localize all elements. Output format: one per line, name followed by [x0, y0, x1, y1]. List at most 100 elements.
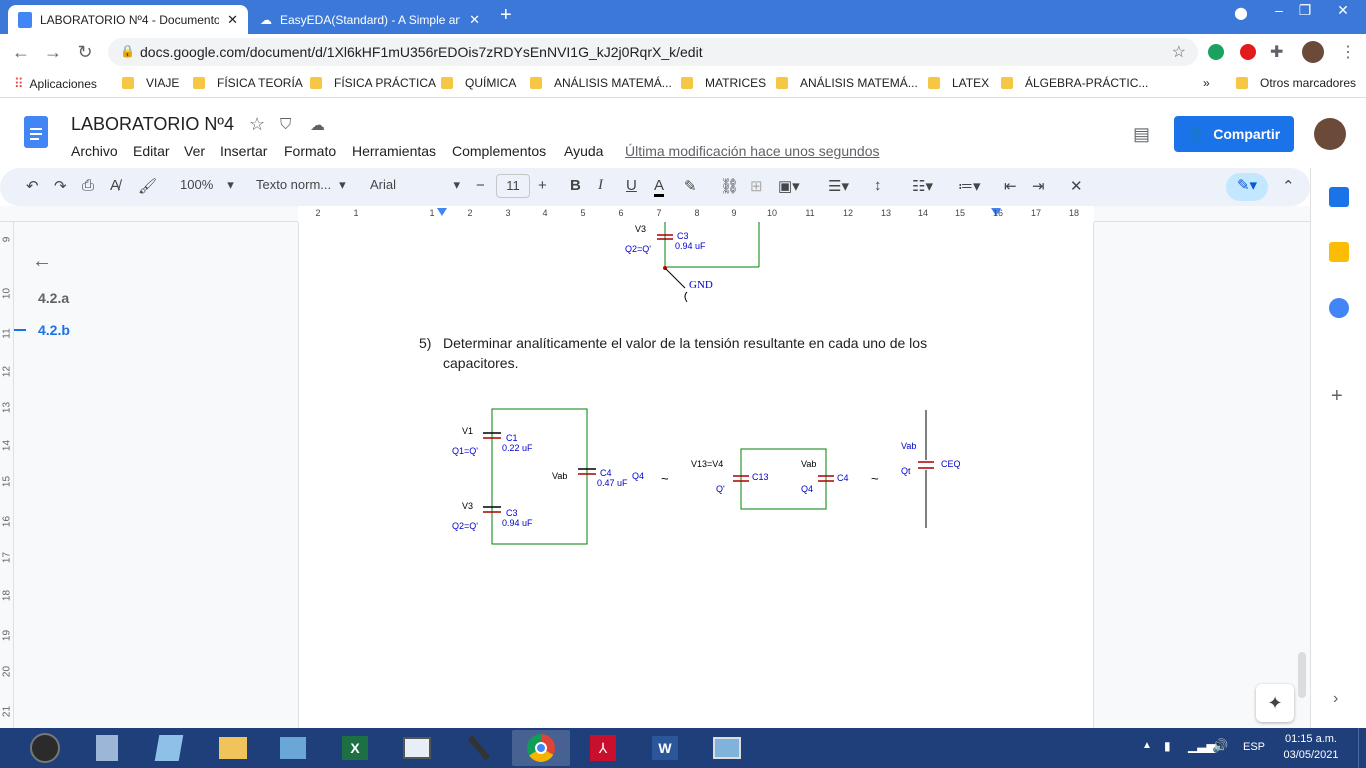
new-tab-button[interactable]: +	[500, 4, 512, 27]
calculator-icon[interactable]	[78, 730, 136, 766]
decrease-indent-icon[interactable]: ⇤	[1004, 177, 1017, 195]
hide-menus-icon[interactable]: ⌃	[1282, 177, 1295, 195]
last-edit-link[interactable]: Última modificación hace unos segundos	[625, 143, 879, 159]
text-color-icon[interactable]: A	[654, 177, 665, 197]
photo-viewer-icon[interactable]	[698, 730, 756, 766]
acrobat-icon[interactable]: ⅄	[574, 730, 632, 766]
share-button[interactable]: 👤 Compartir	[1174, 116, 1294, 152]
expand-panel-icon[interactable]: ›	[1333, 690, 1338, 708]
power-icon[interactable]: ▮	[1164, 739, 1171, 753]
microphone-app-icon[interactable]	[450, 730, 508, 766]
bookmark-star-icon[interactable]: ☆	[1172, 42, 1186, 62]
outline-item-active[interactable]: 4.2.b	[38, 322, 70, 338]
font-select[interactable]: Arial ▾	[370, 177, 460, 192]
outline-item[interactable]: 4.2.a	[38, 290, 69, 306]
close-window-button[interactable]: ✕	[1320, 2, 1366, 19]
clock-date[interactable]: 03/05/2021	[1280, 749, 1342, 761]
presentation-app-icon[interactable]	[388, 730, 446, 766]
document-title[interactable]: LABORATORIO Nº4	[71, 114, 234, 135]
clear-formatting-icon[interactable]: ✕	[1070, 177, 1083, 195]
bookmark-folder[interactable]: FÍSICA TEORÍA	[193, 76, 303, 90]
zoom-select[interactable]: 100% ▾	[180, 177, 234, 193]
comments-icon[interactable]: ▤	[1133, 124, 1150, 145]
print-icon[interactable]: ⎙	[82, 177, 94, 194]
move-folder-icon[interactable]: ⛉	[280, 116, 291, 133]
other-bookmarks[interactable]: Otros marcadores	[1236, 76, 1356, 90]
checklist-icon[interactable]: ☷▾	[912, 177, 933, 195]
menu-editar[interactable]: Editar	[133, 143, 170, 159]
tab-search-icon[interactable]: ⬤	[1226, 6, 1256, 20]
italic-icon[interactable]: I	[598, 177, 603, 194]
docs-logo-icon[interactable]	[24, 116, 48, 148]
scrollbar-thumb[interactable]	[1298, 652, 1306, 698]
menu-archivo[interactable]: Archivo	[71, 143, 118, 159]
line-spacing-icon[interactable]: ↕	[874, 177, 882, 194]
excel-icon[interactable]: X	[326, 730, 384, 766]
editing-mode-button[interactable]: ✎▾	[1226, 173, 1268, 201]
reload-icon[interactable]: ↻	[74, 42, 96, 63]
style-select[interactable]: Texto norm... ▾	[256, 177, 346, 193]
bookmark-folder[interactable]: LATEX	[928, 76, 989, 90]
apps-bookmark[interactable]: ⠿ Aplicaciones	[14, 76, 97, 92]
tab-google-docs[interactable]: LABORATORIO Nº4 - Documento ✕	[8, 5, 248, 34]
bookmark-folder[interactable]: ANÁLISIS MATEMÁ...	[530, 76, 672, 90]
control-panel-icon[interactable]	[264, 730, 322, 766]
menu-herramientas[interactable]: Herramientas	[352, 143, 436, 159]
close-outline-arrow-icon[interactable]: ←	[32, 250, 52, 273]
link-icon[interactable]: ⛓	[720, 177, 739, 195]
align-icon[interactable]: ☰▾	[828, 177, 849, 195]
volume-icon[interactable]: 🔊	[1212, 738, 1228, 754]
bookmarks-overflow-button[interactable]: »	[1203, 76, 1210, 90]
keep-icon[interactable]	[1329, 242, 1349, 262]
vertical-ruler[interactable]: 9 10 11 12 13 14 15 16 17 18 19 20 21	[0, 222, 14, 728]
menu-insertar[interactable]: Insertar	[220, 143, 267, 159]
language-indicator[interactable]: ESP	[1243, 741, 1265, 753]
paint-format-icon[interactable]: 🖌	[138, 177, 157, 195]
extension-block-icon[interactable]	[1240, 44, 1256, 60]
show-desktop-button[interactable]	[1358, 728, 1366, 768]
notepad-icon[interactable]	[140, 730, 198, 766]
explore-sparkle-icon[interactable]: ✦	[1256, 684, 1294, 722]
document-page[interactable]: V3 Q2=Q' C3 0.94 uF GND 5) Determinar an…	[298, 222, 1094, 728]
show-hidden-icons-icon[interactable]: ▲	[1142, 740, 1152, 751]
bookmark-folder[interactable]: QUÍMICA	[441, 76, 516, 90]
calendar-icon[interactable]	[1329, 187, 1349, 207]
restore-button[interactable]: ❐	[1290, 2, 1320, 19]
menu-ver[interactable]: Ver	[184, 143, 205, 159]
bulleted-list-icon[interactable]: ≔▾	[958, 177, 981, 195]
star-icon[interactable]: ☆	[249, 114, 265, 135]
close-tab-icon[interactable]: ✕	[469, 12, 480, 28]
add-comment-icon[interactable]: ⊞	[750, 177, 763, 195]
profile-avatar[interactable]	[1302, 41, 1324, 63]
menu-ayuda[interactable]: Ayuda	[564, 143, 603, 159]
font-size-input[interactable]: 11	[496, 174, 530, 198]
bookmark-folder[interactable]: ANÁLISIS MATEMÁ...	[776, 76, 918, 90]
redo-icon[interactable]: ↷	[54, 177, 67, 195]
bold-icon[interactable]: B	[570, 177, 581, 194]
cloud-status-icon[interactable]: ☁	[310, 116, 325, 134]
underline-icon[interactable]: U	[626, 177, 637, 194]
document-canvas[interactable]: 9 10 11 12 13 14 15 16 17 18 19 20 21 ← 4.2.a 4.2.b …	[0, 222, 1310, 728]
address-bar[interactable]: 🔒 docs.google.com/document/d/1Xl6kHF1mU3…	[108, 38, 1198, 66]
back-icon[interactable]: ←	[10, 42, 32, 63]
account-avatar[interactable]	[1314, 118, 1346, 150]
spellcheck-icon[interactable]: A̸	[110, 177, 120, 194]
bookmark-folder[interactable]: ÁLGEBRA-PRÁCTIC...	[1001, 76, 1148, 90]
close-tab-icon[interactable]: ✕	[227, 12, 238, 28]
chrome-icon[interactable]	[512, 730, 570, 766]
highlight-icon[interactable]: ✎	[684, 177, 697, 195]
menu-formato[interactable]: Formato	[284, 143, 336, 159]
bookmark-folder[interactable]: FÍSICA PRÁCTICA	[310, 76, 436, 90]
word-icon[interactable]: W	[636, 730, 694, 766]
bookmark-folder[interactable]: MATRICES	[681, 76, 766, 90]
file-explorer-icon[interactable]	[204, 730, 262, 766]
chrome-menu-icon[interactable]: ⋮	[1340, 42, 1356, 62]
increase-font-size-icon[interactable]: +	[538, 177, 547, 194]
increase-indent-icon[interactable]: ⇥	[1032, 177, 1045, 195]
undo-icon[interactable]: ↶	[26, 177, 39, 195]
tab-easyeda[interactable]: ☁ EasyEDA(Standard) - A Simple an ✕	[250, 5, 490, 34]
extension-check-icon[interactable]	[1208, 44, 1224, 60]
start-button[interactable]	[16, 730, 74, 766]
add-addon-icon[interactable]: +	[1331, 385, 1343, 408]
extensions-puzzle-icon[interactable]: ✚	[1270, 42, 1283, 62]
